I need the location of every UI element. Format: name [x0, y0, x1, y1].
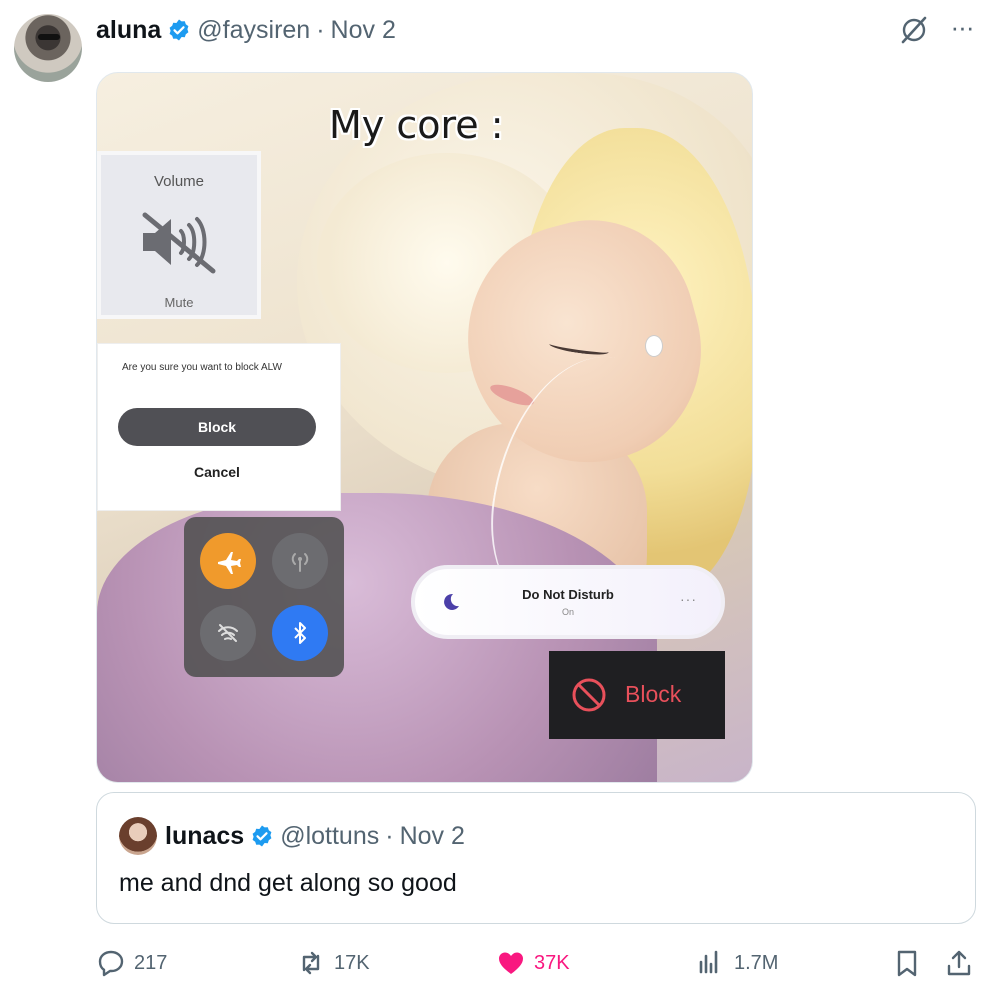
dnd-status: On [561, 607, 574, 617]
grok-icon[interactable] [898, 14, 930, 46]
action-bar: 217 17K 37K 1.7M [0, 940, 998, 988]
quote-text: me and dnd get along so good [119, 869, 457, 897]
dialog-cancel-button: Cancel [194, 464, 240, 480]
volume-mute-label: Mute [164, 295, 194, 310]
repost-button[interactable]: 17K [296, 946, 370, 980]
views-count: 1.7M [734, 951, 779, 974]
share-button[interactable] [944, 946, 974, 980]
post-media[interactable]: My core : Volume Mute Are you sure you w… [96, 72, 753, 783]
block-label: Block [625, 681, 682, 707]
reply-count: 217 [134, 951, 168, 974]
muted-speaker-icon [142, 212, 216, 274]
share-icon [947, 950, 971, 976]
block-dialog: Are you sure you want to block ALW Block… [97, 343, 341, 511]
volume-title: Volume [153, 173, 205, 190]
repost-count: 17K [334, 951, 370, 974]
post-date[interactable]: Nov 2 [331, 16, 396, 45]
like-count: 37K [534, 951, 570, 974]
quote-author-handle: @lottuns [280, 821, 380, 850]
dnd-banner: Do Not Disturb On ··· [411, 565, 725, 639]
dialog-block-button: Block [118, 408, 316, 446]
dialog-question: Are you sure you want to block ALW [122, 362, 282, 373]
views-button[interactable]: 1.7M [696, 946, 778, 980]
bookmark-button[interactable] [892, 946, 922, 980]
wifi-off-icon [200, 605, 256, 661]
block-badge: Block [549, 651, 725, 739]
cellular-icon [272, 533, 328, 589]
verified-badge-icon [252, 825, 272, 847]
like-icon [499, 952, 523, 974]
separator: · [385, 821, 394, 850]
more-icon[interactable]: ··· [946, 14, 978, 46]
author-name[interactable]: aluna [96, 16, 161, 45]
block-icon [572, 678, 606, 712]
verified-badge-icon [169, 19, 189, 41]
author-handle[interactable]: @faysiren [197, 16, 310, 45]
bluetooth-icon [272, 605, 328, 661]
earbud [645, 335, 663, 357]
quote-date: Nov 2 [399, 821, 465, 850]
post-header: aluna @faysiren · Nov 2 [96, 14, 396, 46]
quote-header: lunacs @lottuns · Nov 2 [165, 817, 465, 855]
like-button[interactable]: 37K [496, 946, 570, 980]
views-icon [699, 950, 718, 974]
repost-icon [302, 951, 320, 975]
author-avatar[interactable] [14, 14, 82, 82]
bookmark-icon [897, 950, 917, 977]
volume-panel: Volume Mute [97, 151, 261, 319]
reply-button[interactable]: 217 [96, 946, 167, 980]
quote-author-name: lunacs [165, 821, 245, 850]
reply-icon [98, 950, 124, 977]
control-center [184, 517, 344, 677]
airplane-mode-icon [200, 533, 256, 589]
quote-author-avatar [119, 817, 157, 855]
media-caption: My core : [329, 103, 504, 147]
dnd-title: Do Not Disturb [522, 587, 614, 602]
quoted-post[interactable]: lunacs @lottuns · Nov 2 me and dnd get a… [96, 792, 976, 924]
separator: · [316, 15, 325, 44]
dnd-more-icon: ··· [680, 591, 697, 607]
